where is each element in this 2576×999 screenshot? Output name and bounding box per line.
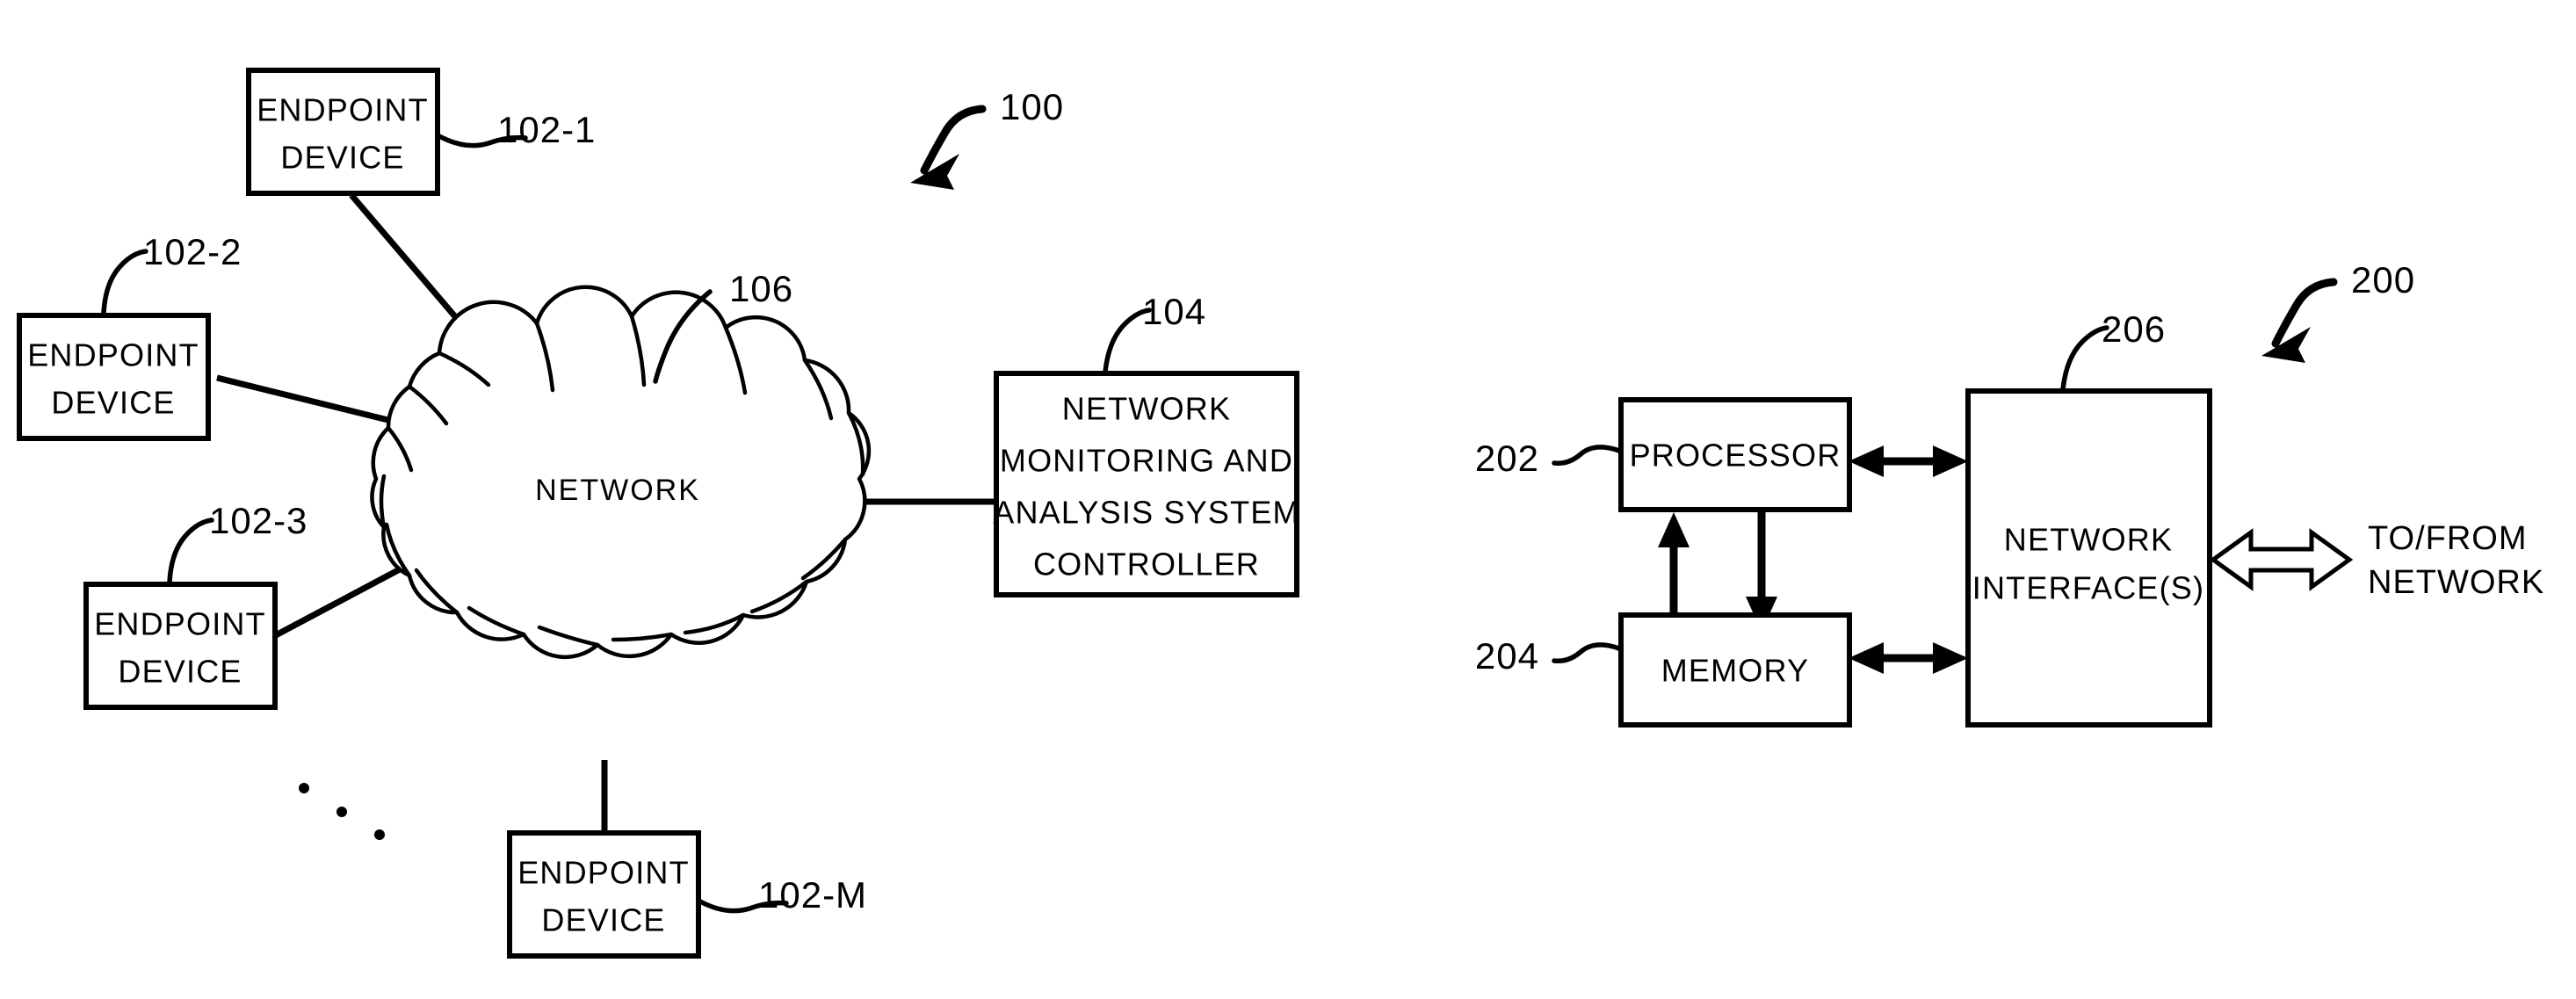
ref-number-102-1: 102-1 <box>497 109 596 150</box>
ref-number-202: 202 <box>1475 438 1539 479</box>
endpoint-device-2-label-line2: DEVICE <box>51 385 175 421</box>
leader-204 <box>1552 642 1622 664</box>
leader-202 <box>1552 445 1622 467</box>
ellipsis-dot-3 <box>374 829 385 840</box>
ref-number-104: 104 <box>1142 291 1206 332</box>
processor-label: PROCESSOR <box>1630 438 1842 474</box>
arrow-memory-interface-head-right <box>1933 642 1968 674</box>
controller-label-line1: NETWORK <box>1062 391 1231 427</box>
endpoint-device-m: ENDPOINT DEVICE 102-M <box>507 830 867 959</box>
figure-number-100: 100 <box>1000 86 1064 127</box>
controller-label-line2: MONITORING AND <box>1000 443 1293 479</box>
endpoint-device-2-label-line1: ENDPOINT <box>27 337 199 373</box>
cloud-label-network: NETWORK <box>535 474 700 507</box>
ref-number-106: 106 <box>729 268 793 309</box>
to-from-network-label-line1: TO/FROM <box>2368 520 2528 557</box>
arrow-processor-interface-head-right <box>1933 445 1968 477</box>
figure-marker-200: 200 <box>2261 259 2415 363</box>
endpoint-device-1-label-line2: DEVICE <box>280 140 404 176</box>
endpoint-device-3: ENDPOINT DEVICE 102-3 <box>83 500 308 710</box>
memory-block: MEMORY 204 <box>1475 612 1852 728</box>
network-interface-box <box>1965 388 2212 728</box>
leader-102-2 <box>101 249 148 315</box>
controller-label-line3: ANALYSIS SYSTEM <box>993 495 1299 531</box>
memory-label: MEMORY <box>1661 653 1810 689</box>
network-interface-label-line1: NETWORK <box>2004 522 2173 558</box>
network-interface-block: NETWORK INTERFACE(S) 206 <box>1965 308 2212 728</box>
to-from-network-arrow-shape <box>2209 528 2354 591</box>
network-cloud: NETWORK <box>370 285 872 660</box>
endpoint-device-1-label-line1: ENDPOINT <box>257 92 429 128</box>
ref-number-102-2: 102-2 <box>143 231 242 272</box>
endpoint-device-3-label-line1: ENDPOINT <box>94 606 266 642</box>
figure-marker-200-arrowhead <box>2261 327 2311 363</box>
ellipsis-dot-2 <box>336 807 347 817</box>
ellipsis-dot-1 <box>299 783 309 793</box>
to-from-network-arrow <box>2209 528 2354 591</box>
figure-number-200: 200 <box>2351 259 2415 300</box>
ellipsis-dots <box>299 783 385 840</box>
leader-206 <box>2060 325 2109 392</box>
figure-marker-100-arrowhead <box>910 154 959 190</box>
processor-block: PROCESSOR 202 <box>1475 397 1852 512</box>
leader-102-3 <box>167 518 214 584</box>
figure-canvas: NETWORK 106 ENDPOINT DEVICE 102-1 ENDPOI… <box>17 68 2544 959</box>
ref-number-102-m: 102-M <box>758 874 867 916</box>
patent-figure-page: NETWORK 106 ENDPOINT DEVICE 102-1 ENDPOI… <box>0 0 2576 999</box>
controller-label-line4: CONTROLLER <box>1033 547 1260 583</box>
ref-number-102-3: 102-3 <box>209 500 308 541</box>
ref-number-204: 204 <box>1475 635 1539 677</box>
arrow-memory-interface-head-left <box>1849 642 1884 674</box>
endpoint-device-2: ENDPOINT DEVICE 102-2 <box>17 231 242 441</box>
endpoint-device-3-label-line2: DEVICE <box>118 654 242 690</box>
arrow-memory-interface <box>1849 642 1968 674</box>
endpoint-device-m-label-line2: DEVICE <box>541 902 665 938</box>
arrow-processor-interface-head-left <box>1849 445 1884 477</box>
link-endpoint2-to-cloud <box>216 374 414 430</box>
link-endpoint3-to-cloud <box>271 559 415 641</box>
ref-number-206: 206 <box>2102 308 2166 350</box>
figure-marker-100: 100 <box>910 86 1064 190</box>
endpoint-device-1: ENDPOINT DEVICE 102-1 <box>246 68 596 196</box>
arrow-memory-to-processor-head <box>1658 512 1690 547</box>
network-interface-label-line2: INTERFACE(S) <box>1972 570 2204 606</box>
to-from-network-label-line2: NETWORK <box>2368 564 2544 601</box>
monitoring-controller: NETWORK MONITORING AND ANALYSIS SYSTEM C… <box>993 291 1299 597</box>
endpoint-device-m-label-line1: ENDPOINT <box>517 855 690 891</box>
